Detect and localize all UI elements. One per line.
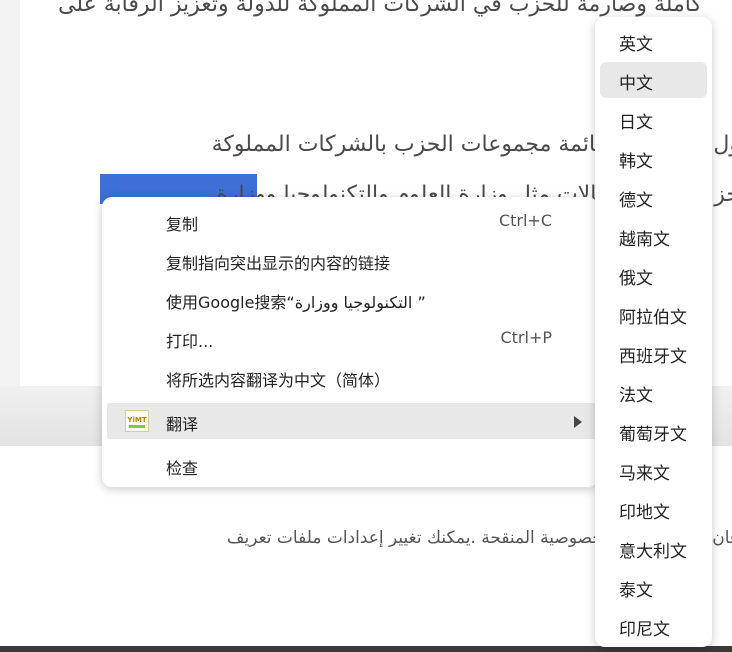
translate-language-submenu: 英文 中文 日文 韩文 德文 越南文 俄文 阿拉伯文 西班牙文 法文 葡萄牙文 … xyxy=(595,17,712,647)
context-menu: 复制 Ctrl+C 复制指向突出显示的内容的链接 使用Google搜索“التك… xyxy=(102,197,598,487)
language-option[interactable]: 中文 xyxy=(600,62,707,98)
menu-item-copy[interactable]: 复制 Ctrl+C xyxy=(102,203,598,239)
article-line-1: كاملة وصارمة للحزب في الشركات المملوكة ل… xyxy=(58,0,702,17)
language-option[interactable]: 西班牙文 xyxy=(595,335,712,371)
menu-item-translate[interactable]: YiMT 翻译 xyxy=(107,403,598,439)
language-option[interactable]: 泰文 xyxy=(595,569,712,605)
language-option[interactable]: 韩文 xyxy=(595,140,712,176)
menu-item-label: 将所选内容翻译为中文（简体） xyxy=(166,371,391,390)
language-option[interactable]: 印尼文 xyxy=(595,608,712,644)
language-option[interactable]: 法文 xyxy=(595,374,712,410)
language-option[interactable]: 俄文 xyxy=(595,257,712,293)
shortcut-label: Ctrl+C xyxy=(498,211,552,230)
menu-item-inspect[interactable]: 检查 xyxy=(102,447,598,483)
menu-item-label: 检查 xyxy=(166,459,199,478)
menu-item-translate-selection[interactable]: 将所选内容翻译为中文（简体） xyxy=(102,359,598,395)
language-option[interactable]: 日文 xyxy=(595,101,712,137)
menu-item-label: 复制指向突出显示的内容的链接 xyxy=(166,254,391,273)
menu-item-label: 使用Google搜索“التكنولوجيا ووزارة ” xyxy=(166,293,426,312)
language-option[interactable]: 马来文 xyxy=(595,452,712,488)
language-option[interactable]: 印地文 xyxy=(595,491,712,527)
menu-item-label: 翻译 xyxy=(166,415,199,434)
menu-item-label: 打印... xyxy=(166,332,214,351)
menu-item-label: 复制 xyxy=(166,215,199,234)
menu-item-copy-link[interactable]: 复制指向突出显示的内容的链接 xyxy=(102,242,598,278)
language-option[interactable]: 德文 xyxy=(595,179,712,215)
yimt-translate-icon: YiMT xyxy=(125,410,149,432)
language-option[interactable]: 葡萄牙文 xyxy=(595,413,712,449)
page-margin xyxy=(0,0,20,386)
language-option[interactable]: 英文 xyxy=(595,23,712,59)
shortcut-label: Ctrl+P xyxy=(500,328,552,347)
language-option[interactable]: 越南文 xyxy=(595,218,712,254)
language-option[interactable]: 意大利文 xyxy=(595,530,712,566)
menu-item-print[interactable]: 打印... Ctrl+P xyxy=(102,320,598,356)
language-option[interactable]: 阿拉伯文 xyxy=(595,296,712,332)
menu-item-search-google[interactable]: 使用Google搜索“التكنولوجيا ووزارة ” xyxy=(102,281,598,317)
submenu-arrow-icon xyxy=(574,416,582,428)
